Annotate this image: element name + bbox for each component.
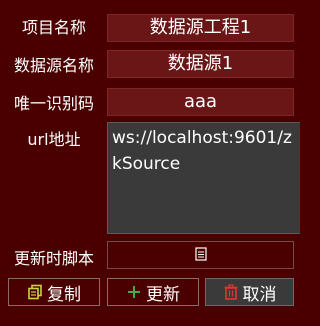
copy-button-label: 复制 (47, 284, 81, 305)
source-name-label: 数据源名称 (13, 56, 94, 75)
url-textarea[interactable]: ws://localhost:9601/zkSource (107, 122, 300, 234)
project-name-label: 项目名称 (21, 18, 86, 37)
unique-id-label: 唯一识别码 (13, 94, 94, 113)
url-label: url地址 (27, 130, 81, 149)
update-button[interactable]: 更新 (107, 278, 199, 306)
copy-icon (27, 284, 43, 300)
cancel-button-label: 取消 (242, 284, 277, 305)
cancel-button[interactable]: 取消 (205, 278, 294, 306)
update-button-label: 更新 (146, 284, 180, 305)
update-script-label: 更新时脚本 (13, 249, 94, 268)
plus-icon (126, 284, 142, 300)
source-name-field[interactable]: 数据源1 (107, 50, 294, 78)
datasource-settings-panel: 项目名称 数据源工程1 数据源名称 数据源1 唯一识别码 aaa url地址 w… (0, 0, 300, 326)
copy-button[interactable]: 复制 (8, 278, 100, 306)
trash-icon (223, 284, 239, 300)
project-name-field[interactable]: 数据源工程1 (107, 14, 294, 42)
unique-id-field[interactable]: aaa (107, 88, 294, 116)
script-document-icon (194, 246, 207, 265)
update-script-button[interactable] (107, 241, 294, 269)
